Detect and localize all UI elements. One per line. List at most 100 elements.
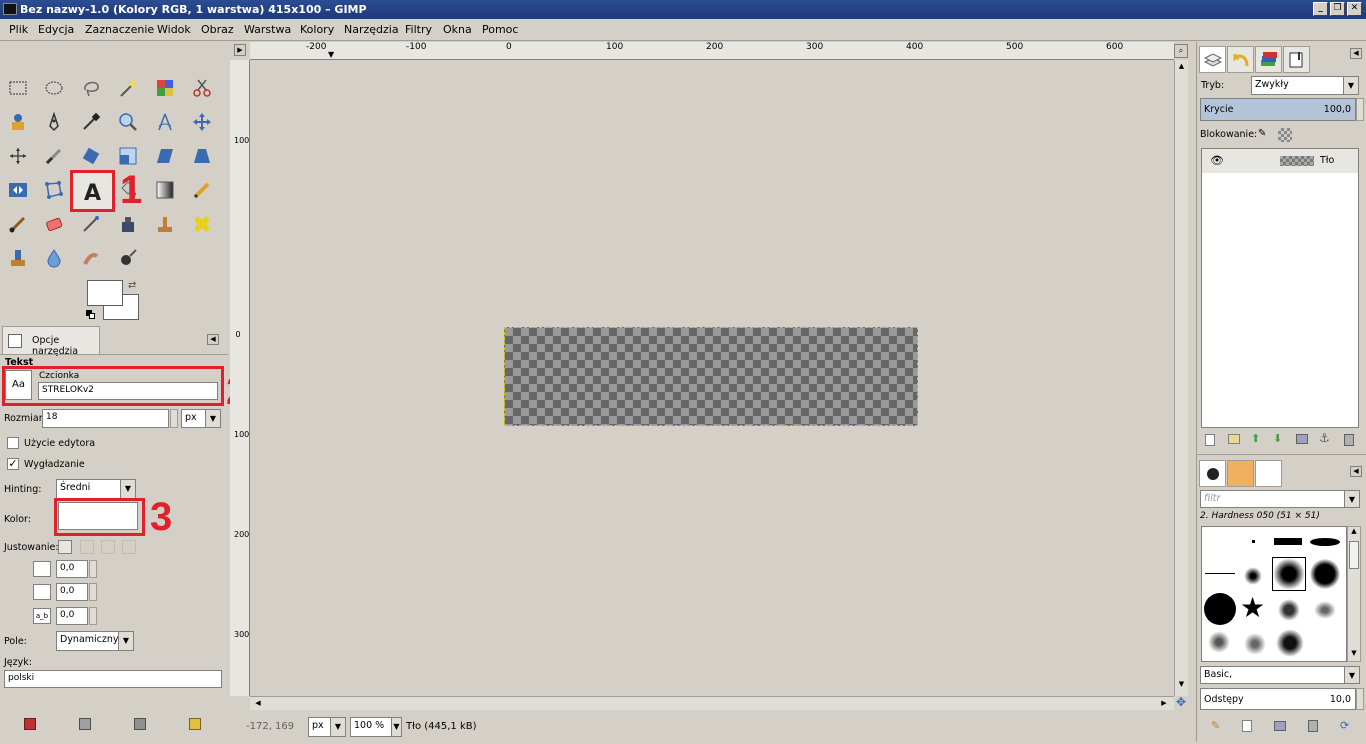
layer-row[interactable]: 👁 Tło <box>1202 149 1358 173</box>
scroll-up-icon[interactable]: ▲ <box>1175 62 1188 74</box>
anchor-layer-icon[interactable]: ⚓ <box>1319 431 1330 445</box>
indent-input[interactable]: 0,0 <box>56 560 88 578</box>
transparent-layer-canvas[interactable] <box>504 327 918 426</box>
box-select[interactable]: Dynamiczny ▼ <box>56 631 134 651</box>
line-spacing-input[interactable]: 0,0 <box>56 583 88 601</box>
spacing-slider[interactable]: Odstępy 10,0 <box>1200 688 1356 710</box>
duplicate-layer-icon[interactable] <box>1296 434 1308 444</box>
lock-pixels-brush-icon[interactable]: ✎ <box>1258 128 1270 140</box>
eraser-tool[interactable] <box>39 210 69 238</box>
navigate-icon[interactable]: ✥ <box>1174 696 1188 710</box>
blend-tool[interactable] <box>150 176 180 204</box>
tab-tool-options[interactable]: Opcje narzędzia <box>2 326 100 357</box>
horizontal-ruler[interactable]: -200 -100 0 100 200 300 400 500 600 ▼ <box>250 42 1174 60</box>
zoom-select[interactable]: 100 % ▼ <box>350 717 402 737</box>
scroll-left-icon[interactable]: ◀ <box>252 697 264 709</box>
brush-filter-input[interactable]: filtr ▼ <box>1200 490 1360 508</box>
brush-item[interactable] <box>1244 633 1266 655</box>
menu-colors[interactable]: Kolory <box>300 23 334 36</box>
menu-filters[interactable]: Filtry <box>405 23 432 36</box>
brush-item[interactable] <box>1252 540 1255 543</box>
zoom-tool[interactable] <box>113 108 143 136</box>
use-editor-checkbox[interactable] <box>7 437 19 449</box>
raise-layer-icon[interactable]: ⬆ <box>1251 432 1260 445</box>
letter-spacing-spinner[interactable] <box>89 607 97 625</box>
menu-layer[interactable]: Warstwa <box>244 23 291 36</box>
tab-brushes[interactable] <box>1199 460 1226 487</box>
menu-windows[interactable]: Okna <box>443 23 472 36</box>
menu-select[interactable]: Zaznaczenie <box>85 23 154 36</box>
justify-fill-icon[interactable] <box>122 540 136 554</box>
tab-layers[interactable] <box>1199 46 1226 73</box>
brushes-configure-icon[interactable]: ◀ <box>1350 466 1362 477</box>
text-tool[interactable]: A <box>70 170 115 212</box>
free-select-tool[interactable] <box>76 74 106 102</box>
justify-center-icon[interactable] <box>101 540 115 554</box>
refresh-brushes-icon[interactable]: ⟳ <box>1340 719 1349 732</box>
justify-right-icon[interactable] <box>80 540 94 554</box>
scroll-down-icon[interactable]: ▼ <box>1348 649 1360 659</box>
zoom-image-icon[interactable]: ⌕ <box>1174 44 1188 58</box>
restore-options-icon[interactable] <box>79 718 91 730</box>
scroll-down-icon[interactable]: ▼ <box>1175 680 1188 692</box>
delete-brush-icon[interactable] <box>1308 720 1318 732</box>
brush-grid[interactable]: ★ <box>1201 526 1347 662</box>
edit-brush-icon[interactable]: ✎ <box>1211 719 1220 732</box>
new-layer-group-icon[interactable] <box>1228 434 1240 444</box>
menu-edit[interactable]: Edycja <box>38 23 74 36</box>
perspective-clone-tool[interactable] <box>3 244 33 272</box>
tab-gradients[interactable] <box>1255 460 1282 487</box>
antialias-checkbox[interactable]: ✓ <box>7 458 19 470</box>
shear-tool[interactable] <box>150 142 180 170</box>
swap-colors-icon[interactable]: ⇄ <box>128 280 136 291</box>
paths-tool[interactable] <box>39 108 69 136</box>
star-brush-icon[interactable]: ★ <box>1240 593 1265 623</box>
opacity-slider[interactable]: Krycie 100,0 <box>1200 98 1356 121</box>
smudge-tool[interactable] <box>76 244 106 272</box>
menu-view[interactable]: Widok <box>157 23 191 36</box>
close-button[interactable]: ✕ <box>1347 2 1362 16</box>
fuzzy-select-tool[interactable] <box>113 74 143 102</box>
lower-layer-icon[interactable]: ⬇ <box>1273 432 1282 445</box>
scroll-thumb[interactable] <box>1349 541 1359 569</box>
brush-item[interactable] <box>1310 538 1340 546</box>
brush-item[interactable] <box>1278 599 1300 621</box>
foreground-color-swatch[interactable] <box>87 280 123 306</box>
align-tool[interactable] <box>3 142 33 170</box>
brush-item[interactable] <box>1208 631 1230 653</box>
reset-options-icon[interactable] <box>189 718 201 730</box>
color-picker-tool[interactable] <box>76 108 106 136</box>
configure-tab-icon[interactable]: ◀ <box>207 334 219 345</box>
flip-tool[interactable] <box>3 176 33 204</box>
default-colors-icon[interactable] <box>86 310 96 320</box>
delete-options-icon[interactable] <box>134 718 146 730</box>
brush-item[interactable] <box>1276 629 1304 657</box>
heal-tool[interactable] <box>187 210 217 238</box>
paintbrush-tool[interactable] <box>3 210 33 238</box>
brush-tag-input[interactable]: Basic, ▼ <box>1200 666 1360 684</box>
vertical-scrollbar[interactable]: ▲ ▼ <box>1174 60 1188 696</box>
brush-scrollbar[interactable]: ▲ ▼ <box>1347 526 1361 662</box>
dodge-burn-tool[interactable] <box>113 244 143 272</box>
maximize-button[interactable]: ❐ <box>1330 2 1345 16</box>
save-options-icon[interactable] <box>24 718 36 730</box>
scroll-right-icon[interactable]: ▶ <box>1158 697 1170 709</box>
rotate-tool[interactable] <box>76 142 106 170</box>
tab-undo[interactable] <box>1227 46 1254 73</box>
minimize-button[interactable]: _ <box>1313 2 1328 16</box>
menu-tools[interactable]: Narzędzia <box>344 23 399 36</box>
pencil-tool[interactable] <box>187 176 217 204</box>
select-by-color-tool[interactable] <box>150 74 180 102</box>
brush-item[interactable] <box>1310 559 1340 589</box>
brush-item[interactable] <box>1274 538 1302 545</box>
tab-paths[interactable] <box>1283 46 1310 73</box>
opacity-spinner[interactable] <box>1356 98 1364 121</box>
layers-configure-icon[interactable]: ◀ <box>1350 48 1362 59</box>
new-layer-icon[interactable] <box>1205 434 1215 446</box>
brush-item[interactable] <box>1314 601 1336 619</box>
tab-patterns[interactable] <box>1227 460 1254 487</box>
mode-select[interactable]: Zwykły ▼ <box>1251 76 1359 95</box>
size-unit-select[interactable]: px ▼ <box>181 409 221 428</box>
perspective-tool[interactable] <box>187 142 217 170</box>
scale-tool[interactable] <box>113 142 143 170</box>
